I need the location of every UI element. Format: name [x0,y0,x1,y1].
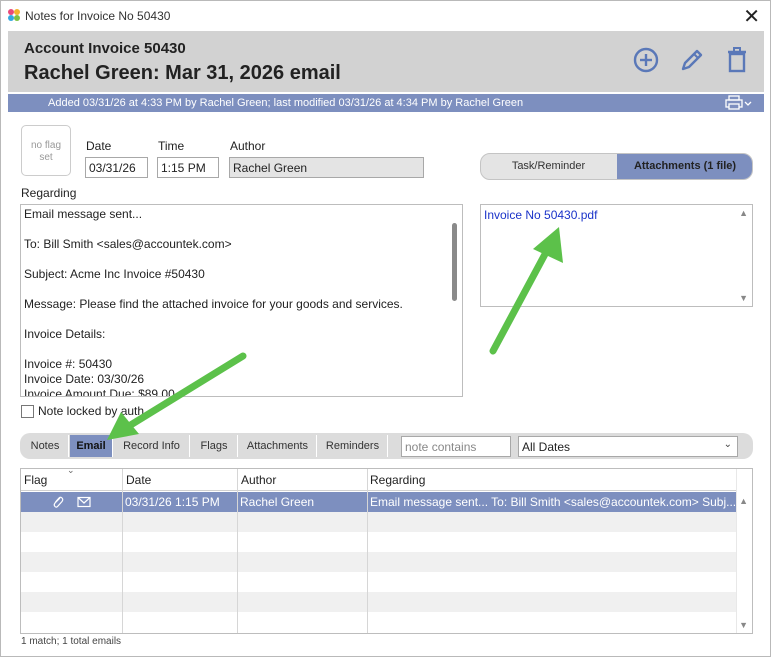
sort-chevron-icon: ⌄ [67,468,75,475]
email-notes-grid: Flag ⌄ Date Author Regarding 03/31/26 1:… [20,468,753,634]
date-filter-value: All Dates [522,440,571,454]
note-locked-checkbox[interactable] [21,405,34,418]
annotation-arrow-down-icon [107,352,247,440]
column-flag[interactable]: Flag [24,473,47,487]
note-header: Account Invoice 50430 Rachel Green: Mar … [8,31,764,92]
modified-info-text: Added 03/31/26 at 4:33 PM by Rachel Gree… [48,97,524,109]
author-field: Rachel Green [229,157,424,178]
grid-scroll-down-icon[interactable]: ▼ [739,620,748,630]
edit-pencil-icon[interactable] [677,45,707,75]
scroll-up-icon[interactable]: ▲ [739,208,748,218]
empty-row [21,612,736,632]
time-field[interactable]: 1:15 PM [157,157,219,178]
flag-button[interactable]: no flag set [21,125,71,176]
column-divider [237,469,238,633]
detail-tabs: Task/Reminder Attachments (1 file) [480,153,753,180]
tab-notes[interactable]: Notes [22,435,69,457]
scroll-down-icon[interactable]: ▼ [739,293,748,303]
regarding-scrollbar[interactable] [452,223,457,301]
notes-window: Notes for Invoice No 50430 ✕ Account Inv… [0,0,771,657]
empty-row [21,572,736,592]
modified-info-bar: Added 03/31/26 at 4:33 PM by Rachel Gree… [8,94,764,112]
regarding-line: To: Bill Smith <sales@accountek.com> [24,237,232,251]
tab-attachments[interactable]: Attachments (1 file) [617,154,752,179]
column-author[interactable]: Author [241,473,276,487]
date-filter-select[interactable]: All Dates ⌄ [518,436,738,457]
regarding-line: Invoice #: 50430 [24,357,113,371]
empty-row [21,532,736,552]
row-regarding: Email message sent... To: Bill Smith <sa… [370,495,737,509]
column-regarding[interactable]: Regarding [370,473,425,487]
note-search-input[interactable]: note contains [401,436,511,457]
time-label: Time [158,139,185,153]
author-label: Author [230,139,266,153]
regarding-line: Subject: Acme Inc Invoice #50430 [24,267,205,281]
empty-row [21,512,736,532]
row-date: 03/31/26 1:15 PM [125,495,220,509]
table-row[interactable]: 03/31/26 1:15 PM Rachel Green Email mess… [21,492,736,512]
chevron-down-icon: ⌄ [723,439,732,450]
row-author: Rachel Green [240,495,315,509]
grid-scroll-up-icon[interactable]: ▲ [739,496,748,506]
attachment-link[interactable]: Invoice No 50430.pdf [484,208,597,222]
app-logo-icon [8,9,20,21]
date-label: Date [86,139,112,153]
email-envelope-icon [77,496,91,508]
header-subtitle: Account Invoice 50430 [24,40,186,57]
add-icon[interactable] [631,45,661,75]
column-divider [122,469,123,633]
close-icon[interactable]: ✕ [743,4,760,29]
column-date[interactable]: Date [126,473,151,487]
flag-text-1: no flag [30,140,62,151]
tab-task-reminder[interactable]: Task/Reminder [481,154,616,179]
flag-text-2: set [39,152,53,163]
title-bar: Notes for Invoice No 50430 ✕ [1,1,770,31]
regarding-label: Regarding [21,186,77,200]
print-icon[interactable] [724,95,754,111]
annotation-arrow-up-icon [489,227,563,355]
date-field[interactable]: 03/31/26 [85,157,148,178]
column-divider [367,469,368,633]
status-text: 1 match; 1 total emails [21,636,122,647]
empty-row [21,592,736,612]
regarding-line: Message: Please find the attached invoic… [24,297,403,311]
empty-row [21,552,736,572]
paperclip-icon [53,496,64,508]
regarding-line: Invoice Details: [24,327,106,341]
tab-reminders[interactable]: Reminders [318,435,388,457]
grid-scrollbar[interactable] [736,469,737,633]
regarding-line: Email message sent... [24,207,143,221]
window-title: Notes for Invoice No 50430 [25,9,171,23]
grid-header: Flag ⌄ Date Author Regarding [21,469,736,491]
header-title: Rachel Green: Mar 31, 2026 email [24,62,341,84]
trash-icon[interactable] [722,45,752,75]
